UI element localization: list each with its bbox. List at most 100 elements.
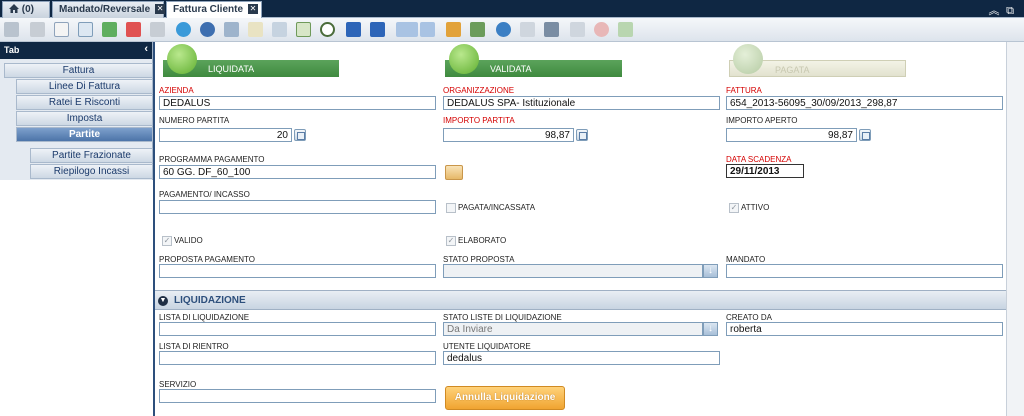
tab-mandato-reversale[interactable]: Mandato/Reversale ✕: [52, 1, 166, 18]
chart-icon[interactable]: [446, 22, 461, 37]
duplicate-icon[interactable]: [78, 22, 93, 37]
azienda-label: AZIENDA: [159, 86, 194, 95]
attach-icon[interactable]: [224, 22, 239, 37]
sidebar-item-riepilogo-incassi[interactable]: Riepilogo Incassi: [30, 164, 153, 179]
print-preview-icon[interactable]: [102, 22, 117, 37]
print-icon[interactable]: [470, 22, 485, 37]
collapse-icon[interactable]: ︽: [986, 2, 1002, 18]
stato-proposta-label: STATO PROPOSTA: [443, 255, 515, 264]
organizzazione-label: ORGANIZZAZIONE: [443, 86, 515, 95]
elaborato-checkbox[interactable]: ✓: [446, 236, 456, 246]
note-icon[interactable]: [248, 22, 263, 37]
attivo-label: ATTIVO: [741, 203, 770, 212]
last-icon[interactable]: [420, 22, 435, 37]
tab-fattura-cliente[interactable]: Fattura Cliente ✕: [166, 1, 262, 19]
pagamento-incasso-label: PAGAMENTO/ INCASSO: [159, 190, 250, 199]
close-icon[interactable]: ✕: [248, 4, 259, 14]
utente-liquidatore-label: UTENTE LIQUIDATORE: [443, 342, 531, 351]
target-icon[interactable]: [594, 22, 609, 37]
chevron-down-icon[interactable]: ↓: [703, 264, 718, 278]
tab-home[interactable]: (0): [2, 1, 50, 18]
attivo-checkbox[interactable]: ✓: [729, 203, 739, 213]
copy-icon[interactable]: [30, 22, 45, 37]
lookup-icon[interactable]: [445, 165, 463, 180]
window-controls: ︽ ⧉: [986, 2, 1018, 18]
stato-liste-label: STATO LISTE DI LIQUIDAZIONE: [443, 313, 562, 322]
first-icon[interactable]: [346, 22, 361, 37]
save-icon[interactable]: [150, 22, 165, 37]
data-scadenza-field[interactable]: 29/11/2013: [726, 164, 804, 178]
proposta-pagamento-field[interactable]: [159, 264, 436, 278]
smiley-icon: [167, 44, 197, 74]
undo-icon[interactable]: [4, 22, 19, 37]
restore-icon[interactable]: ⧉: [1002, 5, 1018, 18]
approve-icon[interactable]: [618, 22, 633, 37]
azienda-field[interactable]: DEDALUS: [159, 96, 436, 110]
pagamento-incasso-field[interactable]: [159, 200, 436, 214]
scrollbar[interactable]: [1006, 42, 1024, 416]
toolbar: [0, 18, 1024, 42]
valido-label: VALIDO: [174, 236, 203, 245]
calculator-icon[interactable]: [576, 129, 588, 141]
sidebar: Tab ‹ Fattura Linee Di Fattura Ratei E R…: [0, 42, 153, 180]
close-icon[interactable]: ✕: [155, 4, 166, 14]
pagata-incassata-checkbox[interactable]: [446, 203, 456, 213]
valido-checkbox[interactable]: ✓: [162, 236, 172, 246]
window-tab-bar: (0) Mandato/Reversale ✕ Fattura Cliente ✕ …: [0, 0, 1024, 19]
new-document-icon[interactable]: [54, 22, 69, 37]
down-icon[interactable]: [396, 22, 418, 37]
sidebar-item-linee-di-fattura[interactable]: Linee Di Fattura: [16, 79, 153, 94]
settings-icon[interactable]: [496, 22, 511, 37]
calculator-icon[interactable]: [859, 129, 871, 141]
stato-proposta-select[interactable]: [443, 264, 703, 278]
lista-liquidazione-field[interactable]: [159, 322, 436, 336]
creato-da-label: CREATO DA: [726, 313, 772, 322]
smiley-icon: [733, 44, 763, 74]
creato-da-field[interactable]: roberta: [726, 322, 1003, 336]
lista-liquidazione-label: LISTA DI LIQUIDAZIONE: [159, 313, 250, 322]
clock-icon[interactable]: [320, 22, 335, 37]
sidebar-item-imposta[interactable]: Imposta: [16, 111, 153, 126]
liquidazione-section-header[interactable]: ▼ LIQUIDAZIONE: [155, 290, 1006, 310]
sidebar-item-ratei-e-risconti[interactable]: Ratei E Risconti: [16, 95, 153, 110]
importo-aperto-label: IMPORTO APERTO: [726, 116, 798, 125]
organizzazione-field[interactable]: DEDALUS SPA- Istituzionale: [443, 96, 720, 110]
stato-liste-select[interactable]: Da Inviare: [443, 322, 703, 336]
lista-rientro-field[interactable]: [159, 351, 436, 365]
mandato-label: MANDATO: [726, 255, 766, 264]
status-label: VALIDATA: [490, 64, 532, 74]
table-icon[interactable]: [296, 22, 311, 37]
tab-label: (0): [21, 4, 35, 15]
mail-icon[interactable]: [520, 22, 535, 37]
delete-icon[interactable]: [126, 22, 141, 37]
scanner-icon[interactable]: [544, 22, 559, 37]
sidebar-item-fattura[interactable]: Fattura: [4, 63, 153, 78]
importo-aperto-field[interactable]: 98,87: [726, 128, 857, 142]
calculator-icon[interactable]: [294, 129, 306, 141]
programma-pagamento-field[interactable]: 60 GG. DF_60_100: [159, 165, 436, 179]
chevron-down-icon[interactable]: ↓: [703, 322, 718, 336]
link-icon[interactable]: [272, 22, 287, 37]
servizio-field[interactable]: [159, 389, 436, 403]
tab-label: Fattura Cliente: [173, 4, 244, 15]
search-icon[interactable]: [200, 22, 215, 37]
status-label: PAGATA: [775, 65, 810, 75]
mandato-field[interactable]: [726, 264, 1003, 278]
fattura-field[interactable]: 654_2013-56095_30/09/2013_298,87: [726, 96, 1003, 110]
utente-liquidatore-field[interactable]: dedalus: [443, 351, 720, 365]
annulla-liquidazione-button[interactable]: Annulla Liquidazione: [445, 386, 565, 410]
up-icon[interactable]: [370, 22, 385, 37]
numero-partita-field[interactable]: 20: [159, 128, 292, 142]
sidebar-item-partite-frazionate[interactable]: Partite Frazionate: [30, 148, 153, 163]
collapse-section-icon[interactable]: ▼: [158, 296, 168, 306]
chevron-left-icon[interactable]: ‹: [144, 43, 148, 55]
servizio-label: SERVIZIO: [159, 380, 197, 389]
pagata-incassata-label: PAGATA/INCASSATA: [458, 203, 536, 212]
refresh-icon[interactable]: [176, 22, 191, 37]
numero-partita-label: NUMERO PARTITA: [159, 116, 230, 125]
sidebar-item-partite[interactable]: Partite: [16, 127, 153, 142]
main-form: LIQUIDATA VALIDATA PAGATA AZIENDA DEDALU…: [153, 42, 1024, 416]
help-icon[interactable]: [570, 22, 585, 37]
sidebar-header: Tab ‹: [0, 42, 152, 59]
importo-partita-field[interactable]: 98,87: [443, 128, 574, 142]
